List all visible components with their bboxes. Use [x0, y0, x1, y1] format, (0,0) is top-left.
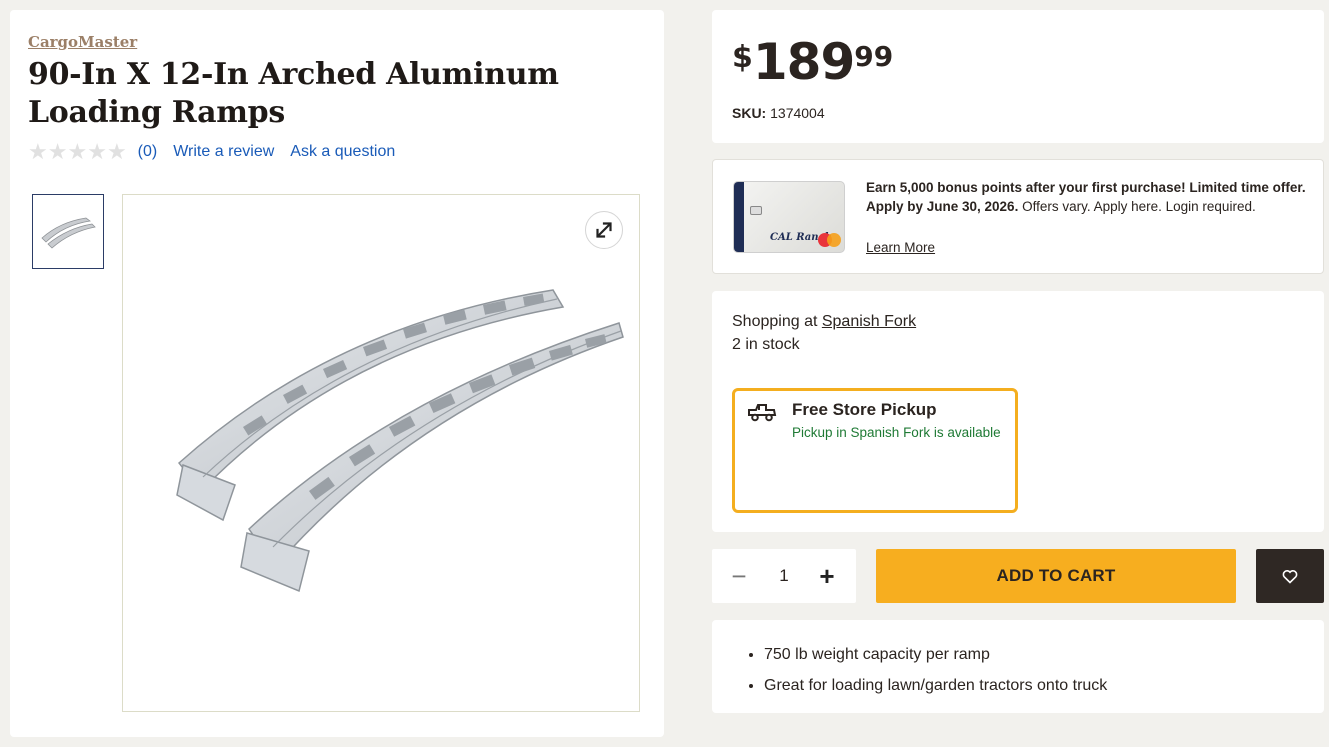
- add-to-cart-button[interactable]: ADD TO CART: [876, 549, 1236, 603]
- rating-stars[interactable]: ★ ★ ★ ★ ★: [28, 139, 127, 164]
- credit-card-promo: CAL Ranch Earn 5,000 bonus points after …: [712, 159, 1324, 274]
- star-icon: ★: [87, 139, 107, 164]
- expand-icon: [596, 222, 612, 238]
- expand-image-button[interactable]: [585, 211, 623, 249]
- product-title: 90-In X 12-In Arched Aluminum Loading Ra…: [28, 57, 559, 130]
- stock-status: 2 in stock: [732, 336, 800, 353]
- shopping-at-label: Shopping at: [732, 313, 822, 330]
- price-card: $ 189 99 SKU: 1374004: [712, 10, 1324, 143]
- heart-icon: [1282, 569, 1298, 584]
- store-name-link[interactable]: Spanish Fork: [822, 313, 916, 330]
- feature-item: 750 lb weight capacity per ramp: [764, 639, 1107, 670]
- star-icon: ★: [47, 139, 68, 164]
- product-price: $ 189 99: [732, 34, 893, 90]
- price-currency: $: [732, 40, 753, 75]
- star-icon: ★: [28, 139, 48, 164]
- features-list: 750 lb weight capacity per ramp Great fo…: [764, 639, 1107, 701]
- price-cents: 99: [854, 40, 894, 73]
- pickup-availability: Pickup in Spanish Fork is available: [792, 425, 1001, 440]
- promo-normal-text: Offers vary. Apply here. Login required.: [1018, 199, 1256, 214]
- shopping-at: Shopping at Spanish Fork: [732, 313, 916, 331]
- write-review-link[interactable]: Write a review: [173, 143, 274, 161]
- main-product-image[interactable]: [122, 194, 640, 712]
- feature-item: Great for loading lawn/garden tractors o…: [764, 670, 1107, 701]
- card-chip-icon: [750, 206, 762, 215]
- gallery-thumbnail[interactable]: [32, 194, 104, 269]
- review-count-link[interactable]: (0): [138, 143, 158, 161]
- decrease-quantity-button[interactable]: −: [726, 561, 752, 591]
- store-availability-card: Shopping at Spanish Fork 2 in stock Free…: [712, 291, 1324, 532]
- quantity-value[interactable]: 1: [768, 566, 800, 586]
- product-gallery-card: CargoMaster 90-In X 12-In Arched Aluminu…: [10, 10, 664, 737]
- increase-quantity-button[interactable]: +: [814, 561, 840, 591]
- aluminum-ramps-image: [176, 289, 624, 593]
- product-features: 750 lb weight capacity per ramp Great fo…: [712, 620, 1324, 713]
- ask-question-link[interactable]: Ask a question: [290, 143, 395, 161]
- truck-icon: [748, 404, 777, 422]
- sku-value: 1374004: [770, 105, 825, 121]
- quantity-stepper: − 1 +: [712, 549, 856, 603]
- ramp-thumbnail-image: [41, 217, 96, 249]
- sku-label: SKU:: [732, 105, 767, 121]
- rating-row: ★ ★ ★ ★ ★ (0) Write a review Ask a quest…: [28, 139, 395, 164]
- brand-link[interactable]: CargoMaster: [28, 33, 137, 51]
- learn-more-link[interactable]: Learn More: [866, 240, 935, 255]
- free-store-pickup-option[interactable]: Free Store Pickup Pickup in Spanish Fork…: [732, 388, 1018, 513]
- pickup-title: Free Store Pickup: [792, 400, 937, 419]
- sku: SKU: 1374004: [732, 105, 825, 121]
- wishlist-button[interactable]: [1256, 549, 1324, 603]
- price-dollars: 189: [752, 33, 855, 91]
- promo-text: Earn 5,000 bonus points after your first…: [866, 178, 1306, 216]
- credit-card-image: CAL Ranch: [733, 181, 845, 253]
- star-icon: ★: [67, 139, 87, 164]
- star-icon: ★: [106, 139, 127, 164]
- card-stripe: [734, 182, 744, 252]
- mastercard-icon-overlap: [827, 233, 841, 247]
